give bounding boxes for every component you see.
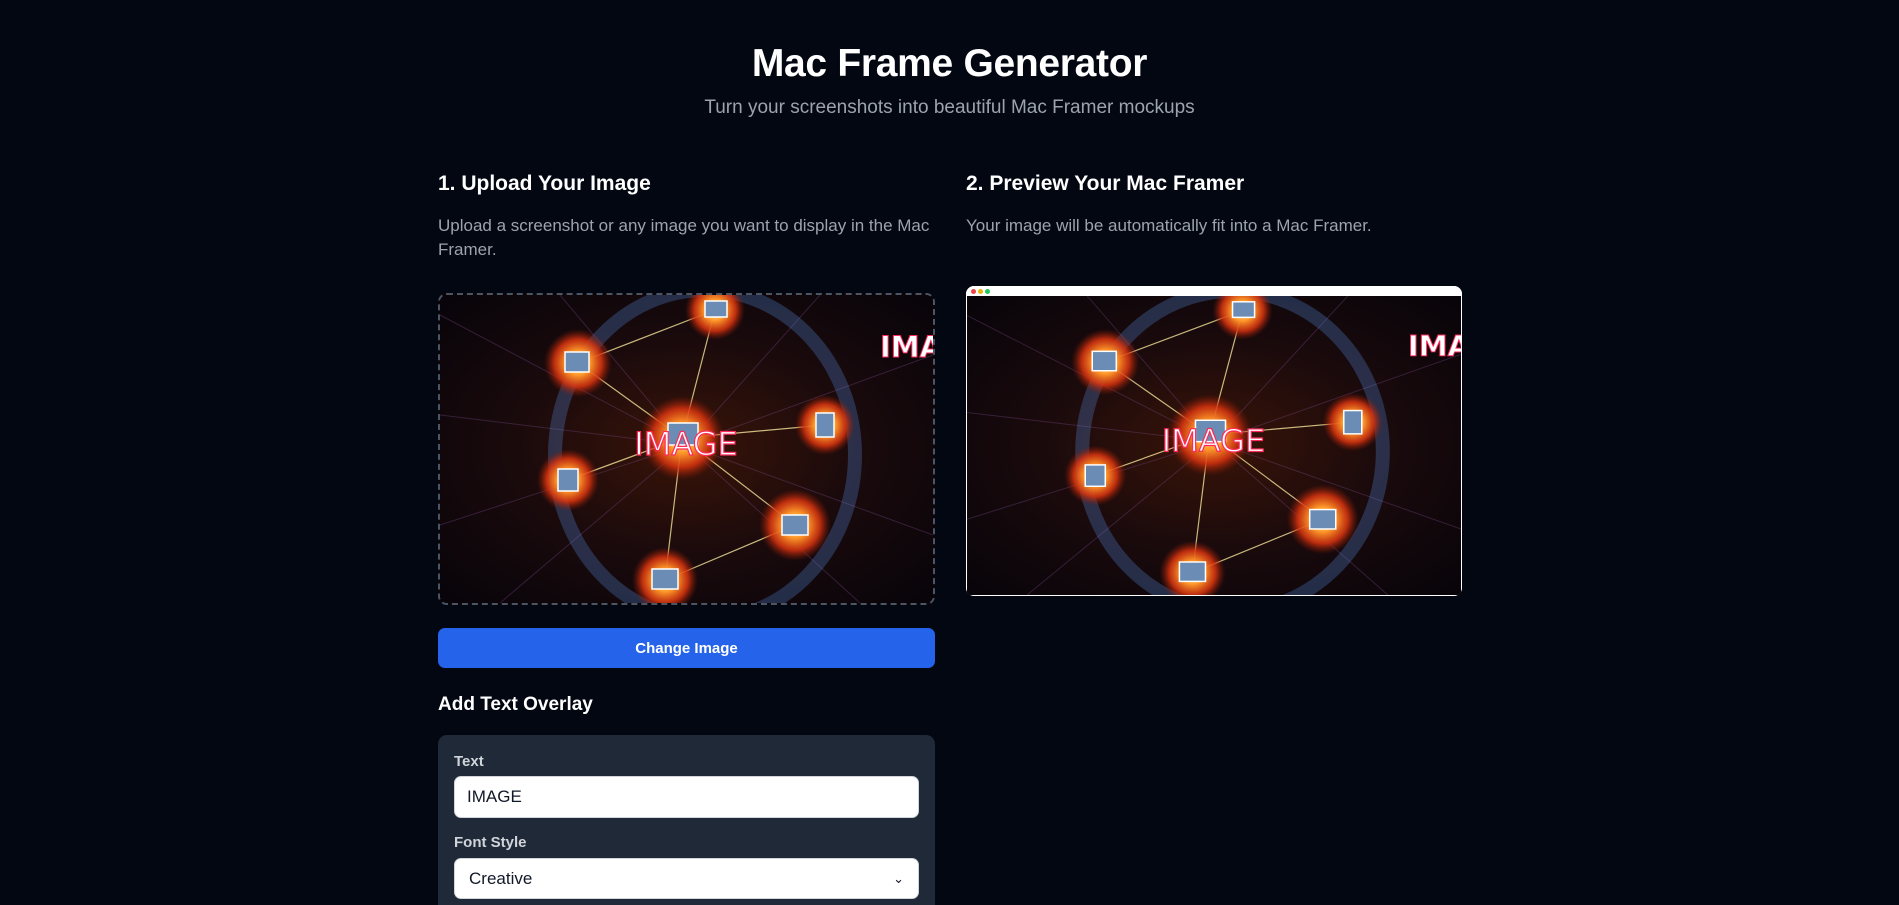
preview-image: IMAGE IMA (967, 296, 1461, 595)
upload-section-description: Upload a screenshot or any image you wan… (438, 216, 930, 259)
page-subtitle: Turn your screenshots into beautiful Mac… (704, 97, 1195, 118)
preview-section-description: Your image will be automatically fit int… (966, 216, 1372, 235)
mac-frame-preview: IMAGE IMA (966, 286, 1462, 596)
uploaded-image-overlay-text: IMAGE (634, 425, 737, 463)
overlay-text-input[interactable] (454, 776, 919, 818)
change-image-button[interactable]: Change Image (438, 628, 935, 668)
uploaded-image: IMAGE IMA (440, 295, 933, 603)
font-style-label: Font Style (454, 834, 527, 851)
uploaded-image-corner-text: IMA (880, 330, 933, 364)
maximize-dot-icon (985, 289, 990, 294)
preview-image-corner-text: IMA (1408, 330, 1461, 363)
preview-image-overlay-text: IMAGE (1162, 424, 1266, 459)
upload-dropzone[interactable]: IMAGE IMA (438, 293, 935, 605)
text-field-label: Text (454, 753, 484, 770)
upload-section-title: 1. Upload Your Image (438, 172, 651, 195)
mac-window-titlebar (966, 286, 1462, 296)
page-title: Mac Frame Generator (751, 42, 1148, 85)
font-style-selected-value: Creative (469, 868, 533, 888)
minimize-dot-icon (978, 289, 983, 294)
text-overlay-title: Add Text Overlay (438, 694, 593, 715)
text-overlay-panel: Text Font Style Creative ⌄ (438, 735, 935, 905)
close-dot-icon (971, 289, 976, 294)
mac-frame-screen: IMAGE IMA (967, 296, 1461, 595)
preview-section-title: 2. Preview Your Mac Framer (966, 172, 1245, 195)
page: Mac Frame Generator Turn your screenshot… (0, 0, 1899, 905)
font-style-select[interactable]: Creative ⌄ (454, 858, 919, 899)
chevron-down-icon: ⌄ (893, 870, 904, 886)
